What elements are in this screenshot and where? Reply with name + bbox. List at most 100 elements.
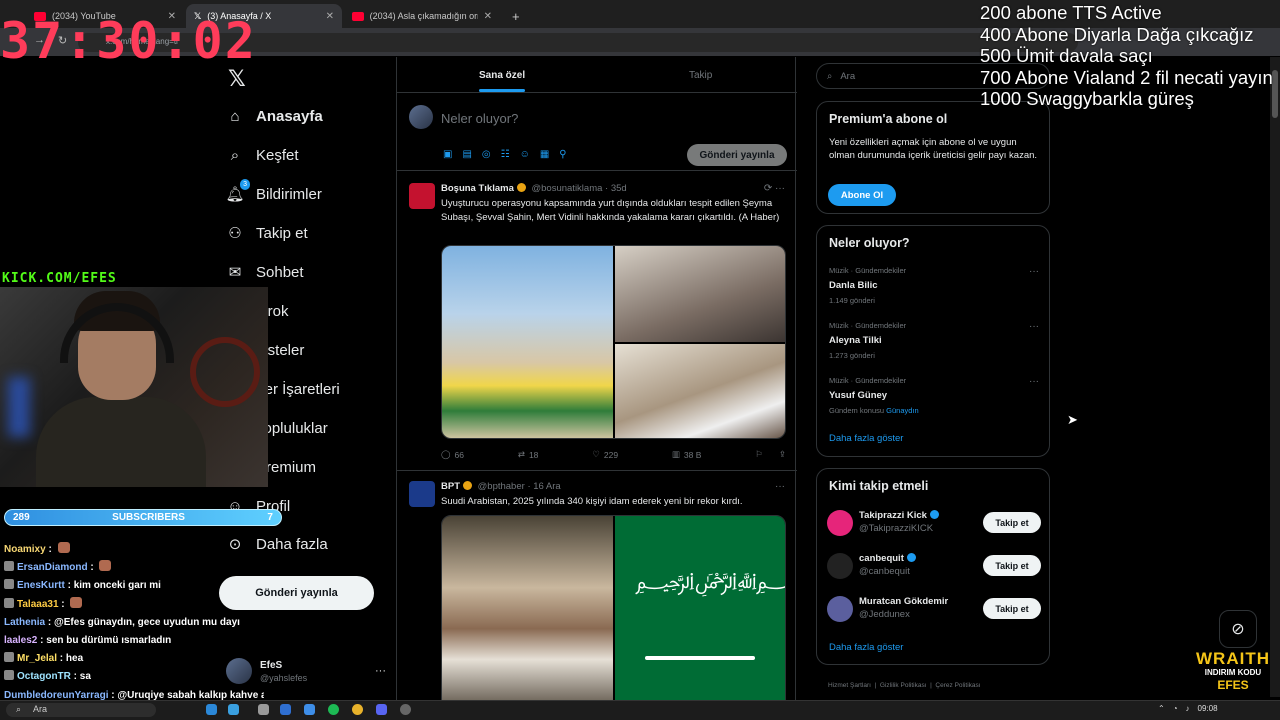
trend-count: 1.149 gönderi: [829, 296, 875, 305]
nav-item-follow[interactable]: ⚇ Takip et: [226, 224, 307, 243]
chat-message: Mr_Jelal : hea: [4, 650, 264, 668]
subscribe-button[interactable]: Abone Ol: [828, 184, 896, 206]
chrome-icon[interactable]: [352, 704, 363, 715]
repost-button[interactable]: ⇄ 18: [518, 449, 539, 460]
footer-link[interactable]: Hizmet Şartları: [828, 682, 871, 689]
follow-button[interactable]: Takip et: [983, 598, 1041, 619]
emoji-icon[interactable]: ☺: [520, 149, 530, 160]
trend-count: 1.273 gönderi: [829, 351, 875, 360]
new-tab-button[interactable]: +: [504, 4, 524, 28]
post-media[interactable]: ﷽: [441, 515, 786, 720]
trend-item[interactable]: Müzik · Gündemdekiler Danla Bilic 1.149 …: [829, 266, 1039, 305]
more-dots-icon[interactable]: ···: [775, 481, 785, 492]
more-dots-icon[interactable]: ···: [1029, 376, 1039, 387]
nav-item-label: Daha fazla: [256, 535, 328, 553]
show-more-link[interactable]: Daha fazla göster: [829, 433, 903, 444]
nav-item-chat[interactable]: ✉ Sohbet: [226, 263, 304, 282]
post[interactable]: Boşuna Tıklama @bosunatiklama · 35d ⟳ ··…: [397, 171, 797, 471]
like-button[interactable]: ♡ 229: [592, 449, 618, 460]
post-time[interactable]: 35d: [611, 183, 627, 194]
compose-post-button[interactable]: Gönderi yayınla: [687, 144, 787, 166]
saudi-flag-image[interactable]: ﷽: [615, 516, 785, 719]
discord-icon[interactable]: [376, 704, 387, 715]
trend-context-link[interactable]: Günaydın: [886, 406, 919, 415]
clock[interactable]: 09:08: [1198, 704, 1218, 713]
avatar: [827, 510, 853, 536]
scrollbar[interactable]: [1270, 57, 1280, 697]
post-handle[interactable]: @bpthaber: [478, 481, 525, 492]
close-icon[interactable]: ✕: [484, 11, 492, 22]
taskbar-app-icon[interactable]: [304, 704, 315, 715]
post-handle[interactable]: @bosunatiklama: [532, 183, 603, 194]
trend-context-label: Gündem konusu: [829, 406, 885, 415]
nav-item-label: Sohbet: [256, 263, 304, 281]
media-image[interactable]: [615, 344, 785, 438]
chat-user: Mr_Jelal: [17, 653, 58, 665]
media-image[interactable]: [442, 246, 613, 438]
nav-item-home[interactable]: ⌂ Anasayfa: [226, 107, 322, 125]
poll-icon[interactable]: ☷: [501, 149, 510, 160]
taskbar-app-icon[interactable]: [280, 704, 291, 715]
volume-icon[interactable]: ♪: [1186, 704, 1190, 713]
verified-badge-icon: [463, 481, 472, 490]
media-image[interactable]: [615, 246, 785, 342]
chevron-up-icon[interactable]: ⌃: [1158, 704, 1165, 713]
badge-icon: [4, 597, 14, 608]
chat-message: EnesKurtt : kim onceki garı mi: [4, 577, 264, 595]
reply-button[interactable]: ◯ 66: [441, 449, 464, 460]
media-image[interactable]: [442, 516, 613, 719]
schedule-icon[interactable]: ▦: [540, 149, 549, 160]
taskbar-app-icon[interactable]: [400, 704, 411, 715]
image-icon[interactable]: ▣: [443, 149, 452, 160]
footer-link[interactable]: Çerez Politikası: [935, 682, 980, 689]
post-text: Uyuşturucu operasyonu kapsamında yurt dı…: [441, 198, 780, 223]
emote-icon: [70, 596, 83, 608]
trend-item[interactable]: Müzik · Gündemdekiler Aleyna Tilki 1.273…: [829, 321, 1039, 360]
chat-user: laales2: [4, 635, 38, 647]
location-icon[interactable]: ⚲: [559, 149, 566, 160]
trend-item[interactable]: Müzik · Gündemdekiler Yusuf Güney Gündem…: [829, 376, 1039, 415]
stream-timer: 37:30:02: [0, 12, 257, 70]
footer-link[interactable]: Gizlilik Politikası: [880, 682, 927, 689]
post-author[interactable]: Boşuna Tıklama: [441, 183, 514, 194]
share-icon[interactable]: ⇪: [779, 449, 786, 460]
tab-for-you[interactable]: Sana özel: [479, 70, 525, 81]
spotify-icon[interactable]: [328, 704, 339, 715]
views-button[interactable]: ▥ 38 B: [672, 449, 702, 460]
more-dots-icon[interactable]: ⟳ ···: [764, 183, 785, 194]
follow-button[interactable]: Takip et: [983, 555, 1041, 576]
compose-input[interactable]: Neler oluyor?: [441, 111, 518, 126]
post-media[interactable]: [441, 245, 786, 439]
more-dots-icon[interactable]: ···: [375, 665, 386, 677]
taskbar-search[interactable]: ⌕ Ara: [6, 703, 156, 717]
post-time[interactable]: 16 Ara: [533, 481, 560, 492]
follow-suggestion[interactable]: Muratcan Gökdemir @Jeddunex Takip et: [827, 594, 1041, 626]
gif-icon[interactable]: ▤: [462, 149, 471, 160]
nav-item-explore[interactable]: ⌕ Keşfet: [226, 146, 299, 164]
chat-user: Talaaa31: [17, 598, 59, 610]
wifi-icon[interactable]: ◔: [1173, 704, 1178, 713]
nav-item-notifications[interactable]: 🔔︎ 3 Bildirimler: [225, 179, 322, 203]
close-icon[interactable]: ✕: [326, 11, 334, 22]
chat-text: sen bu dürümü ısmarladın: [46, 635, 172, 647]
follow-button[interactable]: Takip et: [983, 512, 1041, 533]
tab-following[interactable]: Takip: [689, 70, 712, 81]
taskbar-app-icon[interactable]: [206, 704, 217, 715]
bookmark-button[interactable]: ⚐ ⇪: [755, 449, 786, 460]
footer-links: Hizmet Şartları | Gizlilik Politikası | …: [828, 682, 981, 689]
taskbar-app-icon[interactable]: [228, 704, 239, 715]
account-handle: @yahslefes: [260, 673, 308, 683]
active-tab-indicator: [479, 89, 525, 92]
follow-suggestion[interactable]: Takiprazzi Kick @TakiprazziKICK Takip et: [827, 508, 1041, 540]
grok-floating-button[interactable]: ⊘: [1219, 610, 1257, 648]
post-author[interactable]: BPT: [441, 481, 460, 492]
chat-message: Lathenia : @Efes günaydın, gece uyudun m…: [4, 616, 240, 628]
taskbar-app-icon[interactable]: [258, 704, 269, 715]
grok-icon[interactable]: ◎: [482, 149, 491, 160]
post[interactable]: BPT @bpthaber · 16 Ara ··· Suudi Arabist…: [397, 471, 797, 720]
more-dots-icon[interactable]: ···: [1029, 321, 1039, 332]
browser-tab-youtube-2[interactable]: (2034) Asla çıkamadığın orman ✕: [344, 4, 500, 28]
show-more-link[interactable]: Daha fazla göster: [829, 642, 903, 653]
follow-suggestion[interactable]: canbequit @canbequit Takip et: [827, 551, 1041, 583]
more-dots-icon[interactable]: ···: [1029, 266, 1039, 277]
